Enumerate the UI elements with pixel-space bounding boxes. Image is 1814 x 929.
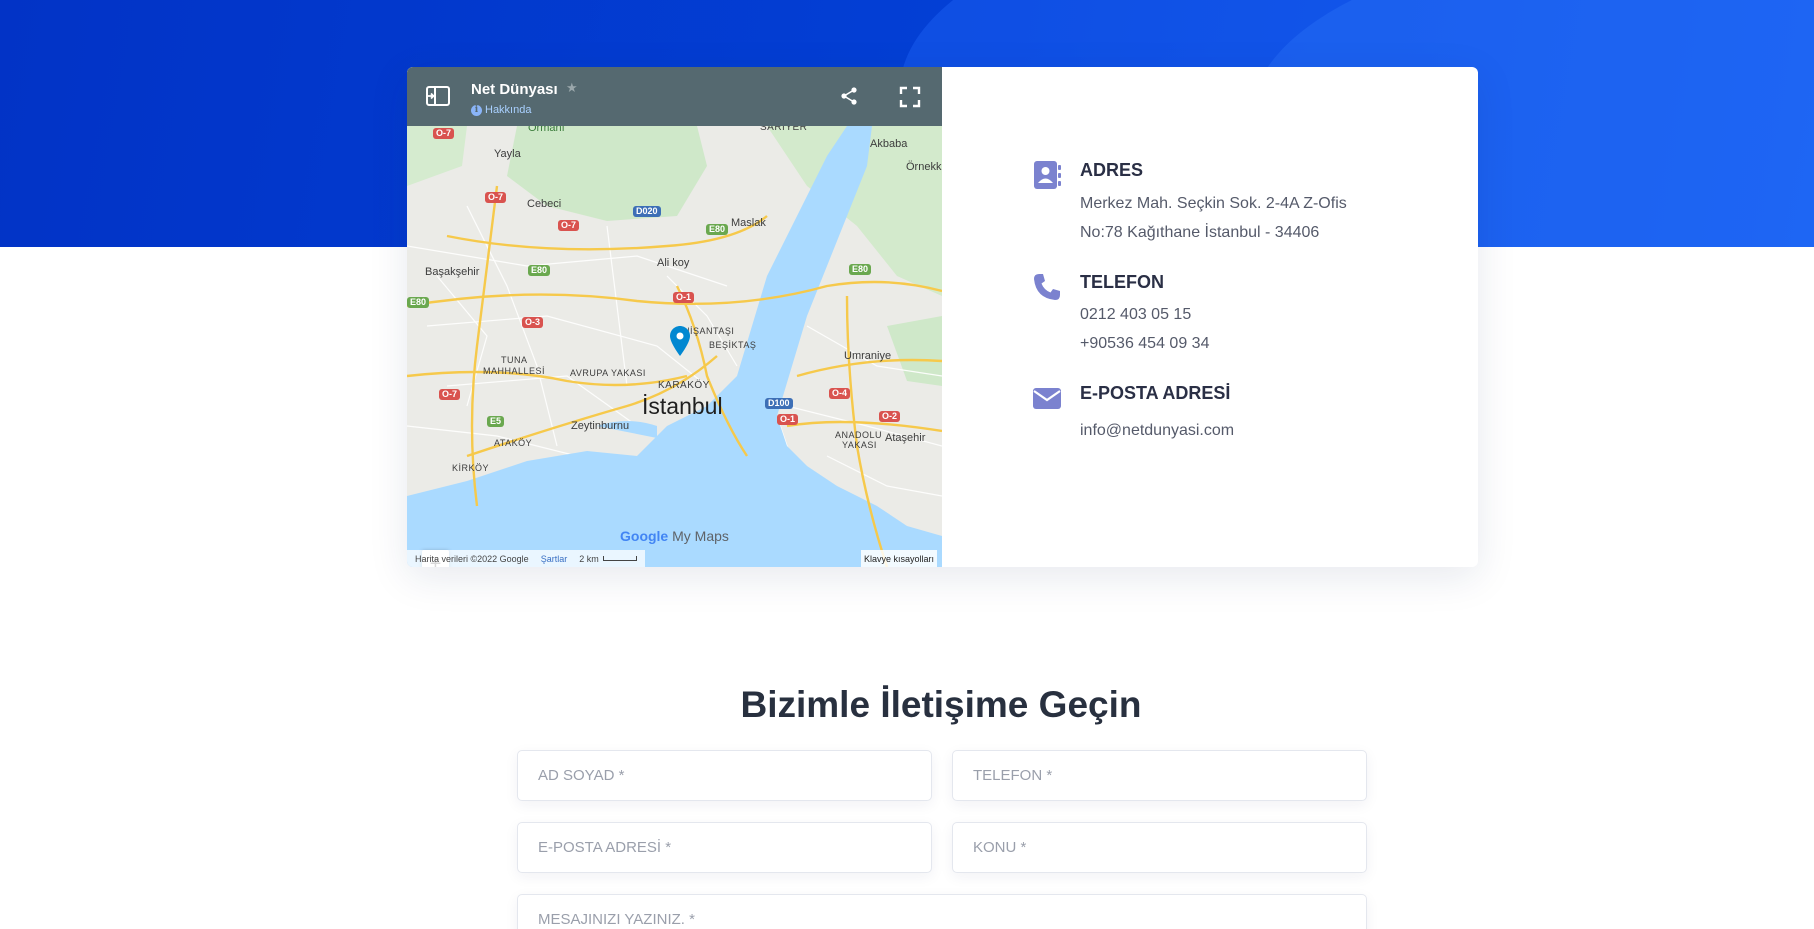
embedded-map[interactable]: SARIYER Ormanı Akbaba Yayla Örnekk Cebec…	[407, 67, 942, 567]
map-label: ANADOLU	[835, 430, 883, 440]
map-label: Ataşehir	[885, 432, 926, 444]
contact-card: SARIYER Ormanı Akbaba Yayla Örnekk Cebec…	[407, 67, 1478, 567]
map-label: Örnekk	[906, 161, 942, 173]
share-icon[interactable]	[839, 86, 859, 106]
address-title: ADRES	[1080, 160, 1144, 180]
phone-title: TELEFON	[1080, 272, 1164, 292]
name-field[interactable]	[517, 750, 932, 801]
map-label: BEŞİKTAŞ	[709, 340, 757, 350]
info-icon: i	[471, 104, 482, 116]
address-book-icon	[1034, 161, 1061, 189]
subject-field[interactable]	[952, 822, 1367, 873]
road-shield: O-1	[777, 414, 799, 425]
map-label: MAHHALLESİ	[483, 366, 546, 376]
email-field[interactable]	[517, 822, 932, 873]
map-label: TUNA	[501, 355, 528, 365]
my-maps-label: My Maps	[672, 528, 729, 544]
map-label: Cebeci	[527, 198, 562, 210]
phone-number[interactable]: 0212 403 05 15	[1080, 306, 1191, 324]
map-label: Yayla	[494, 148, 521, 160]
phone-icon	[1034, 274, 1060, 300]
map-about-link[interactable]: i Hakkında	[471, 104, 531, 116]
road-shield: E80	[528, 265, 551, 276]
road-shield: O-7	[439, 389, 461, 400]
star-icon[interactable]: ★	[566, 80, 578, 96]
address-line: Merkez Mah. Seçkin Sok. 2-4A Z-Ofis	[1080, 195, 1347, 212]
road-shield: O-2	[879, 411, 901, 422]
map-label: YAKASI	[842, 440, 877, 450]
map-label: Zeytinburnu	[571, 420, 630, 432]
phone-field[interactable]	[952, 750, 1367, 801]
envelope-icon	[1033, 388, 1061, 409]
map-data-credit: Harita verileri ©2022 Google	[415, 554, 529, 564]
map-scale-bar	[602, 556, 637, 561]
map-label: Akbaba	[870, 138, 908, 150]
road-shield: D100	[765, 398, 793, 409]
map-label: NİŞANTAŞI	[683, 326, 735, 336]
road-shield: O-7	[485, 192, 507, 203]
road-shield: O-7	[433, 128, 455, 139]
fullscreen-icon[interactable]	[899, 86, 921, 108]
google-logo: Google	[620, 528, 669, 544]
road-shield: O-1	[673, 292, 695, 303]
terms-link[interactable]: Şartlar	[541, 554, 568, 564]
map-brand: Google My Maps	[620, 528, 729, 544]
map-canvas[interactable]: SARIYER Ormanı Akbaba Yayla Örnekk Cebec…	[407, 122, 942, 567]
map-title: Net Dünyası	[471, 81, 558, 98]
email-title: E-POSTA ADRESİ	[1080, 383, 1231, 403]
map-footer: Harita verileri ©2022 Google Şartlar 2 k…	[407, 550, 942, 567]
map-header: Net Dünyası ★ i Hakkında	[407, 67, 942, 126]
keyboard-shortcuts-link[interactable]: Klavye kısayolları	[860, 550, 937, 567]
road-shield: O-4	[829, 388, 851, 399]
road-shield: E5	[487, 416, 505, 427]
map-label: Ali koy	[657, 257, 690, 269]
map-label: ATAKÖY	[494, 438, 533, 448]
road-shield: E80	[407, 297, 430, 308]
contact-form-title: Bizimle İletişime Geçin	[740, 684, 1142, 725]
map-label: Başakşehir	[425, 266, 480, 278]
message-field[interactable]	[517, 894, 1367, 929]
road-shield: E80	[706, 224, 729, 235]
road-shield: D020	[633, 206, 661, 217]
map-label: KİRKÖY	[452, 463, 490, 473]
map-legend-toggle-icon[interactable]	[425, 84, 451, 108]
map-attribution: Harita verileri ©2022 Google Şartlar 2 k…	[407, 550, 645, 567]
address-line: No:78 Kağıthane İstanbul - 34406	[1080, 224, 1320, 241]
map-scale[interactable]: 2 km	[579, 553, 637, 564]
map-label: KARAKÖY	[658, 380, 710, 391]
road-shield: O-7	[558, 220, 580, 231]
road-shield: O-3	[522, 317, 544, 328]
map-scale-label: 2 km	[579, 553, 599, 564]
map-about-label: Hakkında	[485, 104, 532, 116]
map-city-label: İstanbul	[642, 393, 723, 419]
map-label: Umraniye	[844, 350, 892, 362]
map-label: AVRUPA YAKASI	[570, 368, 646, 378]
road-shield: E80	[849, 264, 872, 275]
email-address[interactable]: info@netdunyasi.com	[1080, 422, 1234, 440]
phone-number[interactable]: +90536 454 09 34	[1080, 335, 1209, 353]
location-pin-icon[interactable]	[670, 326, 690, 356]
map-label: Maslak	[731, 217, 766, 229]
